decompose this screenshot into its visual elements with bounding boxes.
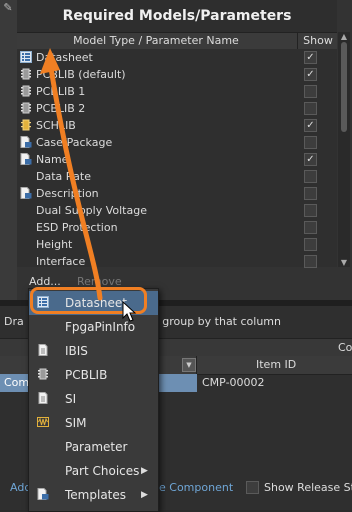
show-checkbox[interactable] (304, 238, 317, 251)
list-item[interactable]: Description (17, 185, 337, 202)
menu-item-label: Part Choices (65, 464, 140, 478)
menu-item-label: Parameter (65, 440, 128, 454)
menu-item-templates[interactable]: Templates ▶ (29, 483, 158, 507)
show-checkbox[interactable] (304, 221, 317, 234)
list-item-label: Case/Package (36, 136, 113, 149)
list-item[interactable]: Datasheet ✓ (17, 49, 337, 66)
show-release-checkbox[interactable] (246, 481, 259, 494)
list-item[interactable]: SCHLIB ✓ (17, 117, 337, 134)
list-item-label: Interface (36, 255, 86, 268)
list-item[interactable]: Data Rate (17, 168, 337, 185)
menu-item-ibis[interactable]: IBIS (29, 339, 158, 363)
list-item-label: PCBLIB 2 (36, 102, 86, 115)
list-item[interactable]: PCBLIB 1 (17, 83, 337, 100)
show-checkbox[interactable]: ✓ (304, 68, 317, 81)
hint-text-left: Dra (4, 315, 24, 328)
menu-item-pcblib[interactable]: PCBLIB (29, 363, 158, 387)
show-checkbox[interactable]: ✓ (304, 153, 317, 166)
scroll-thumb[interactable] (341, 42, 347, 132)
list-item[interactable]: Name ✓ (17, 151, 337, 168)
pcblib-icon (20, 102, 32, 114)
menu-item-label: IBIS (65, 344, 88, 358)
menu-item-part-choices[interactable]: Part Choices ▶ (29, 459, 158, 483)
col-show[interactable]: Show (297, 33, 338, 49)
scroll-down-icon[interactable]: ▼ (338, 258, 350, 267)
menu-item-label: Templates (65, 488, 127, 502)
show-checkbox[interactable] (304, 136, 317, 149)
show-checkbox[interactable]: ✓ (304, 119, 317, 132)
list-item[interactable]: ESD Protection (17, 219, 337, 236)
submenu-arrow-icon: ▶ (141, 490, 148, 500)
add-model-menu: Datasheet FpgaPinInfo IBIS PCBLIB SI SIM Param… (28, 288, 159, 512)
pin-icon[interactable]: ✎ (2, 2, 14, 14)
panel-title: Required Models/Parameters (17, 0, 337, 32)
list-item-label: ESD Protection (36, 221, 118, 234)
show-release-label: Show Release Sta (264, 481, 352, 494)
show-checkbox[interactable] (304, 187, 317, 200)
chip-icon (37, 368, 51, 382)
list-item-label: Name (36, 153, 69, 166)
parameter-group-icon (20, 153, 32, 165)
parameter-group-icon (20, 136, 32, 148)
document-icon (37, 392, 51, 406)
list-item-label: Height (36, 238, 73, 251)
col-item-id[interactable]: Item ID (256, 358, 296, 371)
models-list: Datasheet ✓ PCBLIB (default) ✓ PCBLIB 1 PCBLI… (17, 49, 337, 270)
list-item[interactable]: Height (17, 236, 337, 253)
component-link[interactable]: e Component (159, 481, 233, 494)
list-item[interactable]: Dual Supply Voltage (17, 202, 337, 219)
list-item-label: PCBLIB 1 (36, 85, 86, 98)
menu-item-sim[interactable]: SIM (29, 411, 158, 435)
filter-icon[interactable]: ▼ (182, 358, 196, 372)
document-icon (37, 344, 51, 358)
scroll-up-icon[interactable]: ▲ (338, 32, 350, 41)
pcblib-icon (20, 68, 32, 80)
panel-gutter: ✎ (0, 0, 18, 300)
list-item-label: Data Rate (36, 170, 91, 183)
list-item-label: Description (36, 187, 99, 200)
schlib-icon (20, 119, 32, 131)
pcblib-icon (20, 85, 32, 97)
show-checkbox[interactable] (304, 255, 317, 268)
menu-item-label: SIM (65, 416, 87, 430)
list-item[interactable]: Case/Package (17, 134, 337, 151)
show-checkbox[interactable] (304, 170, 317, 183)
col-model-type[interactable]: Model Type / Parameter Name (17, 33, 295, 49)
menu-item-fpgapininfo[interactable]: FpgaPinInfo (29, 315, 158, 339)
show-checkbox[interactable] (304, 85, 317, 98)
list-item-label: Datasheet (36, 51, 93, 64)
column-separator[interactable] (196, 356, 197, 374)
list-item[interactable]: PCBLIB (default) ✓ (17, 66, 337, 83)
models-table-header: Model Type / Parameter Name Show (17, 32, 337, 50)
list-item[interactable]: PCBLIB 2 (17, 100, 337, 117)
hint-text-right: o group by that column (152, 315, 281, 328)
parameter-group-icon (37, 488, 51, 502)
show-checkbox[interactable] (304, 102, 317, 115)
list-item-label: Dual Supply Voltage (36, 204, 147, 217)
show-checkbox[interactable]: ✓ (304, 51, 317, 64)
group-header-label: Co (338, 341, 352, 354)
submenu-arrow-icon: ▶ (141, 466, 148, 476)
show-checkbox[interactable] (304, 204, 317, 217)
row-item-id-cell[interactable]: CMP-00002 (202, 376, 265, 389)
menu-item-parameter[interactable]: Parameter (29, 435, 158, 459)
parameter-group-icon (20, 187, 32, 199)
menu-item-label: PCBLIB (65, 368, 108, 382)
list-item-label: SCHLIB (36, 119, 76, 132)
list-item-label: PCBLIB (default) (36, 68, 126, 81)
mouse-cursor-icon (122, 301, 137, 322)
datasheet-icon (20, 51, 32, 63)
waveform-icon (37, 416, 51, 430)
menu-item-label: SI (65, 392, 77, 406)
menu-item-si[interactable]: SI (29, 387, 158, 411)
list-item[interactable]: Interface (17, 253, 337, 270)
models-scrollbar[interactable]: ▲ ▼ (338, 32, 350, 267)
